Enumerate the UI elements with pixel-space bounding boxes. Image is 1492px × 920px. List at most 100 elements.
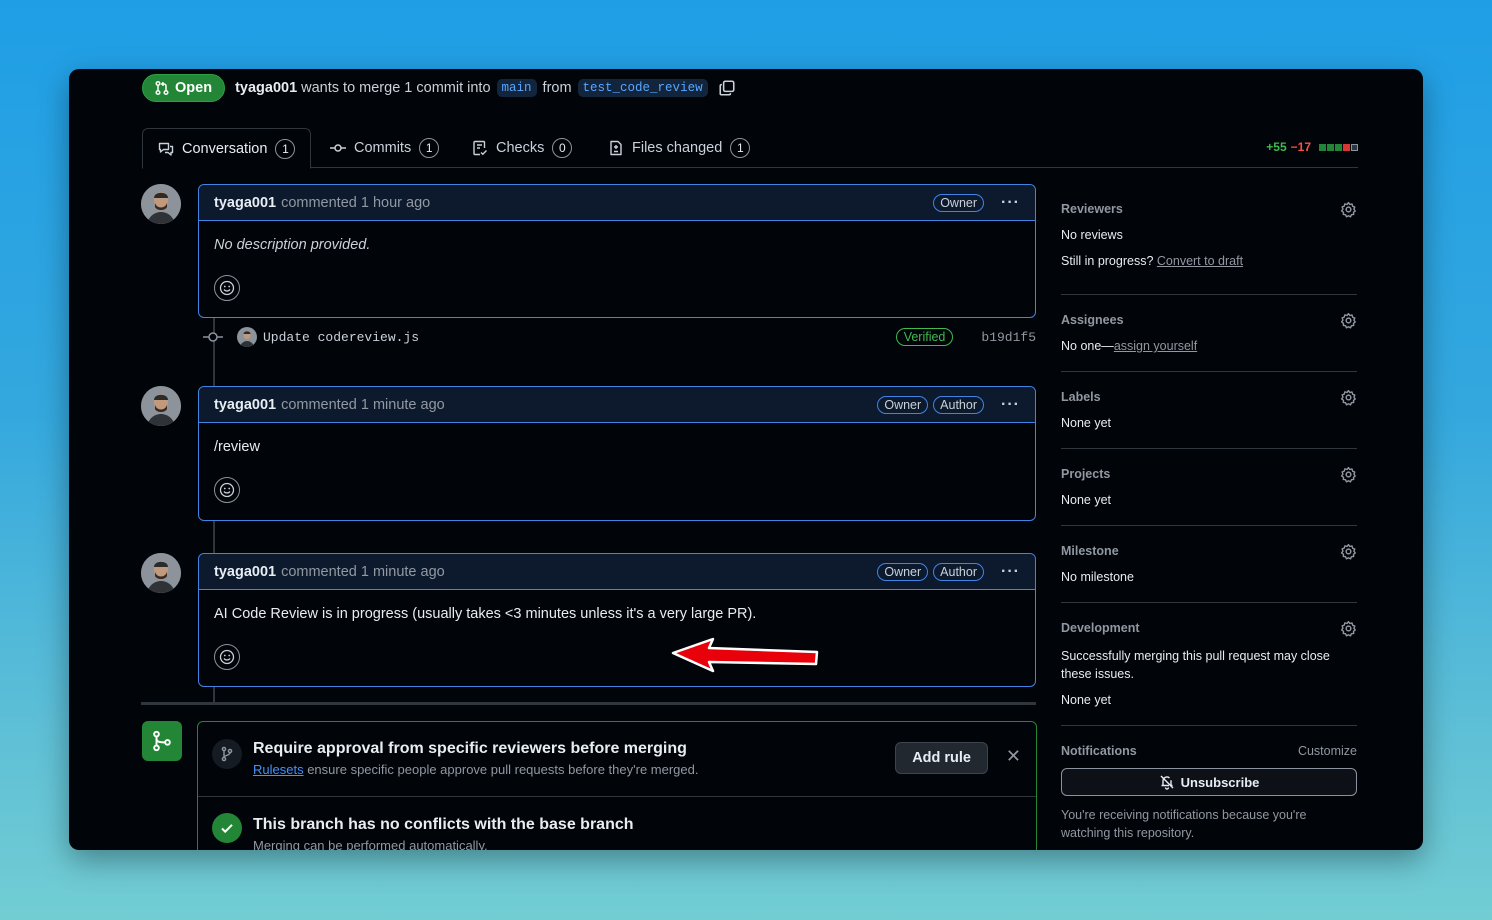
reviewers-title[interactable]: Reviewers	[1061, 202, 1357, 216]
owner-badge: Owner	[877, 395, 929, 414]
tab-label: Conversation	[182, 140, 268, 157]
comment-header: tyaga001 commented 1 minute ago Owner Au…	[199, 387, 1035, 423]
comment-meta[interactable]: commented 1 minute ago	[281, 564, 445, 580]
base-branch[interactable]: main	[496, 79, 537, 97]
add-rule-button[interactable]: Add rule	[895, 742, 988, 774]
more-options-icon[interactable]: ···	[1001, 194, 1020, 212]
customize-link[interactable]: Customize	[1298, 744, 1357, 758]
sidebar: Reviewers No reviews Still in progress? …	[1061, 184, 1357, 842]
conversation-icon	[158, 142, 174, 156]
comment-author[interactable]: tyaga001	[214, 195, 276, 211]
tab-files-changed[interactable]: Files changed 1	[608, 128, 751, 168]
sidebar-milestone: Milestone No milestone	[1061, 526, 1357, 603]
comment-card: tyaga001 commented 1 minute ago Owner Au…	[198, 386, 1036, 521]
commit-message[interactable]: Update codereview.js	[263, 330, 419, 345]
milestone-title[interactable]: Milestone	[1061, 544, 1357, 558]
comment-header: tyaga001 commented 1 hour ago Owner ···	[199, 185, 1035, 221]
add-reaction-icon[interactable]	[214, 644, 240, 670]
owner-badge: Owner	[877, 562, 929, 581]
author-badge: Author	[933, 395, 985, 414]
pull-request-window: Open tyaga001 wants to merge 1 commit in…	[69, 69, 1423, 850]
from-text: from	[542, 80, 572, 96]
projects-title[interactable]: Projects	[1061, 467, 1357, 481]
comment-author[interactable]: tyaga001	[214, 397, 276, 413]
tab-checks[interactable]: Checks 0	[472, 128, 573, 168]
avatar[interactable]	[141, 184, 181, 224]
gear-icon[interactable]	[1340, 466, 1357, 488]
copy-icon[interactable]	[718, 79, 736, 97]
draft-prompt-text: Still in progress?	[1061, 254, 1154, 268]
commit-icon	[330, 144, 346, 152]
avatar[interactable]	[141, 386, 181, 426]
timeline-line	[213, 687, 215, 703]
assign-yourself-link[interactable]: assign yourself	[1114, 339, 1197, 353]
tab-conversation[interactable]: Conversation 1	[142, 128, 312, 169]
comment-text: No description provided.	[214, 237, 371, 253]
draft-prompt: Still in progress? Convert to draft	[1061, 254, 1357, 268]
annotation-arrow-icon	[671, 637, 819, 673]
assignees-title[interactable]: Assignees	[1061, 313, 1357, 327]
diffstat[interactable]: +55 −17	[1266, 140, 1358, 154]
labels-value: None yet	[1061, 416, 1112, 430]
reviewers-value: No reviews	[1061, 228, 1123, 242]
assignees-value: No one—assign yourself	[1061, 339, 1357, 353]
bell-slash-icon	[1160, 775, 1174, 790]
file-diff-icon	[610, 140, 622, 156]
tab-counter: 1	[419, 138, 440, 158]
comment-body: No description provided.	[199, 221, 1035, 253]
pr-state-label: Open	[175, 80, 213, 96]
sidebar-notifications: Notifications Customize Unsubscribe You'…	[1061, 726, 1357, 842]
tab-label: Commits	[354, 140, 412, 156]
unsubscribe-label: Unsubscribe	[1180, 774, 1260, 790]
diffstat-deletions: −17	[1290, 140, 1311, 154]
check-circle-icon	[212, 813, 242, 843]
owner-badge: Owner	[933, 193, 985, 212]
convert-to-draft-link[interactable]: Convert to draft	[1157, 254, 1243, 268]
commit-icon	[203, 332, 223, 342]
commit-sha[interactable]: b19d1f5	[981, 330, 1036, 345]
development-title[interactable]: Development	[1061, 621, 1357, 635]
assignees-none: No one—	[1061, 339, 1114, 353]
tab-commits[interactable]: Commits 1	[330, 128, 440, 168]
avatar[interactable]	[141, 553, 181, 593]
conflict-status: This branch has no conflicts with the ba…	[198, 797, 1036, 850]
pull-request-icon	[155, 80, 169, 96]
head-branch[interactable]: test_code_review	[577, 79, 708, 97]
development-description: Successfully merging this pull request m…	[1061, 649, 1330, 681]
comment-body: AI Code Review is in progress (usually t…	[214, 606, 757, 622]
comment-body: /review	[214, 439, 260, 455]
gear-icon[interactable]	[1340, 543, 1357, 565]
unsubscribe-button[interactable]: Unsubscribe	[1061, 768, 1357, 796]
pr-author[interactable]: tyaga001	[235, 80, 297, 96]
close-icon[interactable]: ✕	[1006, 746, 1021, 767]
diffstat-bar	[1318, 143, 1358, 151]
comment-meta[interactable]: commented 1 minute ago	[281, 397, 445, 413]
diffstat-additions: +55	[1266, 140, 1287, 154]
verified-badge[interactable]: Verified	[895, 328, 954, 346]
gear-icon[interactable]	[1340, 201, 1357, 223]
development-value: None yet	[1061, 693, 1112, 707]
gear-icon[interactable]	[1340, 620, 1357, 642]
projects-value: None yet	[1061, 493, 1112, 507]
sidebar-projects: Projects None yet	[1061, 449, 1357, 526]
milestone-value: No milestone	[1061, 570, 1134, 584]
more-options-icon[interactable]: ···	[1001, 396, 1020, 414]
labels-title[interactable]: Labels	[1061, 390, 1357, 404]
add-reaction-icon[interactable]	[214, 275, 240, 301]
tab-counter: 0	[552, 138, 573, 158]
notifications-description: You're receiving notifications because y…	[1061, 808, 1307, 840]
gear-icon[interactable]	[1340, 312, 1357, 334]
comment-meta[interactable]: commented 1 hour ago	[281, 195, 430, 211]
rulesets-link[interactable]: Rulesets	[253, 762, 304, 777]
gear-icon[interactable]	[1340, 389, 1357, 411]
tab-label: Files changed	[632, 140, 723, 156]
commit-avatar[interactable]	[237, 327, 257, 347]
more-options-icon[interactable]: ···	[1001, 563, 1020, 581]
ruleset-title: Require approval from specific reviewers…	[253, 740, 687, 757]
timeline-line	[213, 521, 215, 553]
add-reaction-icon[interactable]	[214, 477, 240, 503]
tab-counter: 1	[275, 138, 296, 159]
conflict-subtitle: Merging can be performed automatically.	[253, 838, 488, 850]
comment-header: tyaga001 commented 1 minute ago Owner Au…	[199, 554, 1035, 590]
comment-author[interactable]: tyaga001	[214, 564, 276, 580]
